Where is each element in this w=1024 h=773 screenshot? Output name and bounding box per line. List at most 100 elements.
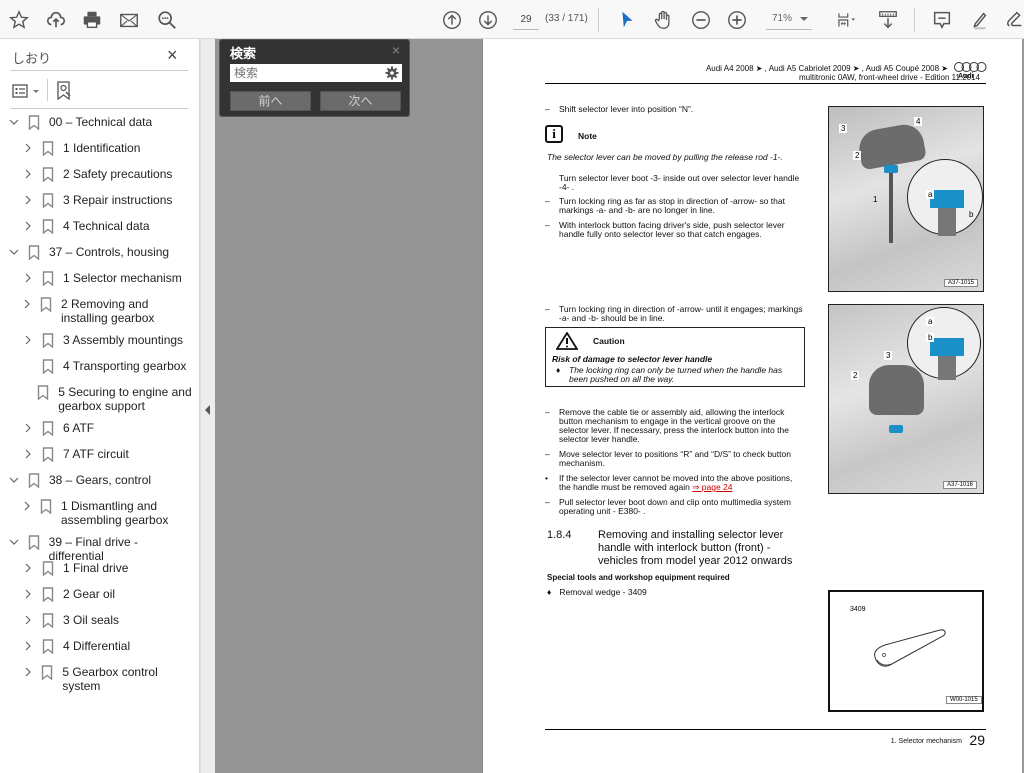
- chevron-right-icon[interactable]: [22, 333, 34, 347]
- mail-icon[interactable]: [117, 8, 141, 32]
- find-input[interactable]: [230, 64, 402, 82]
- note-label: Note: [578, 131, 597, 141]
- bookmark-item[interactable]: 2 Gear oil: [22, 587, 192, 603]
- comment-icon[interactable]: [930, 8, 954, 32]
- cloud-upload-icon[interactable]: [44, 8, 68, 32]
- chevron-right-icon[interactable]: [22, 561, 34, 575]
- chevron-right-icon[interactable]: [22, 271, 34, 285]
- bookmark-label[interactable]: 1 Selector mechanism: [63, 271, 182, 285]
- bookmark-label[interactable]: 38 – Gears, control: [49, 473, 151, 487]
- bookmark-icon: [42, 193, 54, 209]
- chevron-right-icon[interactable]: [22, 665, 33, 679]
- fit-page-icon[interactable]: [832, 8, 862, 32]
- bookmark-label[interactable]: 1 Identification: [63, 141, 140, 155]
- bookmark-item[interactable]: 2 Safety precautions: [22, 167, 192, 183]
- bookmark-item[interactable]: 5 Gearbox control system: [22, 665, 192, 693]
- chevron-down-icon[interactable]: [8, 245, 20, 259]
- chevron-right-icon[interactable]: [22, 587, 34, 601]
- bookmark-item[interactable]: 2 Removing and installing gearbox: [22, 297, 192, 325]
- chevron-right-icon[interactable]: [22, 613, 34, 627]
- chevron-down-icon[interactable]: [8, 535, 20, 549]
- bookmark-item[interactable]: 00 – Technical data: [8, 115, 192, 131]
- arrow-down-circle-icon[interactable]: [476, 8, 500, 32]
- options-menu-button[interactable]: [12, 81, 39, 101]
- bookmark-label[interactable]: 7 ATF circuit: [63, 447, 129, 461]
- bookmark-label[interactable]: 5 Securing to engine and gearbox support: [58, 385, 192, 413]
- bookmark-label[interactable]: 1 Final drive: [63, 561, 128, 575]
- bookmark-label[interactable]: 4 Technical data: [63, 219, 150, 233]
- chevron-right-icon[interactable]: [22, 219, 34, 233]
- collapse-panel-icon[interactable]: [205, 405, 210, 415]
- step-text: Turn locking ring as far as stop in dire…: [559, 196, 785, 215]
- callout-3: 3: [884, 351, 893, 360]
- bookmark-item[interactable]: 3 Repair instructions: [22, 193, 192, 209]
- bookmark-label[interactable]: 2 Safety precautions: [63, 167, 172, 181]
- chevron-right-icon[interactable]: [22, 297, 32, 311]
- chevron-right-icon[interactable]: [22, 499, 32, 513]
- bookmark-icon: [42, 359, 54, 375]
- bookmark-item[interactable]: 4 Transporting gearbox: [22, 359, 192, 375]
- bookmark-label[interactable]: 3 Assembly mountings: [63, 333, 183, 347]
- bookmark-icon: [28, 115, 40, 131]
- bookmark-label[interactable]: 1 Dismantling and assembling gearbox: [61, 499, 192, 527]
- bookmark-label[interactable]: 39 – Final drive - differential: [49, 535, 192, 563]
- bookmark-item[interactable]: 4 Differential: [22, 639, 192, 655]
- bookmark-item[interactable]: 3 Assembly mountings: [22, 333, 192, 349]
- bookmark-label[interactable]: 00 – Technical data: [49, 115, 152, 129]
- chevron-right-icon[interactable]: [22, 167, 34, 181]
- bookmark-item[interactable]: 37 – Controls, housing: [8, 245, 192, 261]
- print-icon[interactable]: [80, 8, 104, 32]
- bookmark-label[interactable]: 6 ATF: [63, 421, 94, 435]
- zoom-level-dropdown[interactable]: 71%: [766, 10, 812, 30]
- scroll-mode-icon[interactable]: [876, 8, 900, 32]
- step-item: Turn selector lever boot -3- inside out …: [545, 174, 805, 192]
- bookmark-label[interactable]: 5 Gearbox control system: [62, 665, 192, 693]
- bookmark-item[interactable]: 39 – Final drive - differential: [8, 535, 192, 563]
- star-icon[interactable]: [7, 8, 31, 32]
- bookmark-label[interactable]: 2 Gear oil: [63, 587, 115, 601]
- step-item: – Shift selector lever into position “N”.: [545, 104, 694, 114]
- bookmark-label[interactable]: 4 Transporting gearbox: [63, 359, 186, 373]
- highlight-icon[interactable]: [967, 8, 991, 32]
- zoom-in-icon[interactable]: [725, 8, 749, 32]
- toolbar-divider: [914, 8, 915, 32]
- select-cursor-icon[interactable]: [615, 8, 639, 32]
- page-link[interactable]: ⇒ page 24: [692, 482, 732, 492]
- bookmark-item[interactable]: 1 Selector mechanism: [22, 271, 192, 287]
- page-number-input[interactable]: [513, 10, 539, 30]
- panel-splitter[interactable]: [200, 39, 215, 773]
- bookmark-label[interactable]: 37 – Controls, housing: [49, 245, 169, 259]
- chevron-right-icon[interactable]: [22, 141, 34, 155]
- find-previous-button[interactable]: 前へ: [230, 91, 311, 111]
- bookmark-item[interactable]: 6 ATF: [22, 421, 192, 437]
- find-next-button[interactable]: 次へ: [320, 91, 401, 111]
- bookmark-item[interactable]: 7 ATF circuit: [22, 447, 192, 463]
- bookmark-item[interactable]: 1 Final drive: [22, 561, 192, 577]
- bookmark-item[interactable]: 4 Technical data: [22, 219, 192, 235]
- gear-icon[interactable]: [385, 66, 399, 85]
- sign-icon[interactable]: [1003, 8, 1024, 32]
- bookmark-label[interactable]: 3 Oil seals: [63, 613, 119, 627]
- search-zoom-icon[interactable]: [155, 8, 179, 32]
- arrow-up-circle-icon[interactable]: [440, 8, 464, 32]
- chevron-down-icon[interactable]: [8, 115, 20, 129]
- bookmark-label[interactable]: 2 Removing and installing gearbox: [61, 297, 192, 325]
- chevron-right-icon[interactable]: [22, 193, 34, 207]
- zoom-out-icon[interactable]: [689, 8, 713, 32]
- chevron-right-icon[interactable]: [22, 447, 34, 461]
- bookmark-item[interactable]: 38 – Gears, control: [8, 473, 192, 489]
- close-icon[interactable]: ×: [167, 46, 178, 64]
- bookmark-item[interactable]: 1 Identification: [22, 141, 192, 157]
- chevron-down-icon[interactable]: [8, 473, 20, 487]
- bookmark-item[interactable]: 1 Dismantling and assembling gearbox: [22, 499, 192, 527]
- close-icon[interactable]: ×: [392, 42, 400, 58]
- bookmark-item[interactable]: 3 Oil seals: [22, 613, 192, 629]
- chevron-right-icon[interactable]: [22, 421, 34, 435]
- pdf-page: Audi A4 2008 ➤ , Audi A5 Cabriolet 2009 …: [482, 39, 1024, 773]
- bookmark-label[interactable]: 3 Repair instructions: [63, 193, 172, 207]
- hand-icon[interactable]: [651, 8, 675, 32]
- bookmark-item[interactable]: 5 Securing to engine and gearbox support: [22, 385, 192, 413]
- new-bookmark-button[interactable]: [56, 81, 72, 101]
- chevron-right-icon[interactable]: [22, 639, 34, 653]
- bookmark-label[interactable]: 4 Differential: [63, 639, 130, 653]
